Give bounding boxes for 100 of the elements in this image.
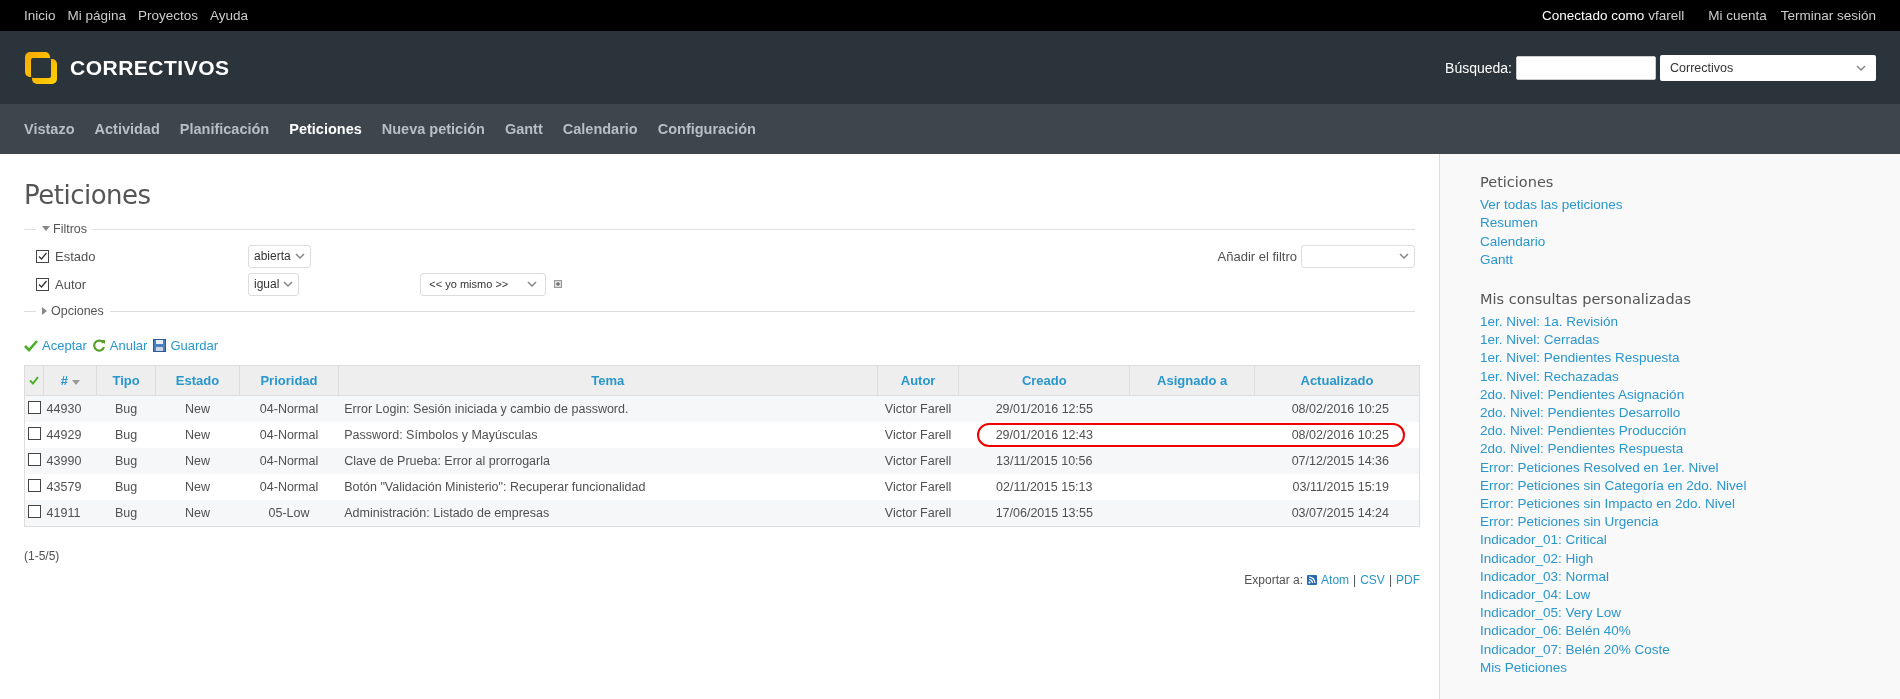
main-menu-tab[interactable]: Configuración [657,121,756,138]
sidebar-link[interactable]: Resumen [1480,214,1900,233]
account-menu-link[interactable]: Terminar sesión [1780,8,1876,24]
column-header[interactable]: Estado [155,365,240,396]
column-header[interactable]: Autor [877,365,959,396]
checkmark-icon [24,339,38,352]
sidebar-link[interactable]: 1er. Nivel: 1a. Revisión [1480,312,1900,332]
table-cell: 04-Normal [259,402,319,417]
export-link[interactable]: PDF [1396,573,1420,588]
table-cell: 29/01/2016 12:43 [995,428,1093,443]
top-menu-link[interactable]: Proyectos [138,8,199,24]
column-header[interactable]: Tema [338,365,878,396]
main-menu-tab[interactable]: Peticiones [289,121,362,138]
column-header[interactable]: Asignado a [1129,365,1255,396]
sidebar-link[interactable]: Indicador_06: Belén 40% [1480,622,1900,641]
main-menu-tab[interactable]: Nueva petición [381,121,485,138]
column-header[interactable]: # [43,365,97,396]
sidebar-link[interactable]: Error: Peticiones sin Urgencia [1480,513,1900,532]
sidebar-link[interactable]: Error: Peticiones Resolved en 1er. Nivel [1480,458,1900,477]
circular-arrow-icon [92,339,106,353]
chevron-down-icon [1399,253,1409,260]
export-link[interactable]: CSV [1360,573,1385,588]
filter-checkbox[interactable] [36,249,49,263]
sidebar-link[interactable]: 2do. Nivel: Pendientes Desarrollo [1480,403,1900,423]
main-menu-tab[interactable]: Calendario [562,121,638,138]
sidebar-link[interactable]: 2do. Nivel: Pendientes Asignación [1480,385,1900,404]
sidebar-link[interactable]: Mis Peticiones [1480,658,1900,677]
table-cell: Bug [114,506,138,521]
table-cell: Error Login: Sesión iniciada y cambio de password. [344,402,629,417]
user-link[interactable]: vfarell [1648,8,1685,24]
column-header[interactable]: Prioridad [239,365,339,396]
row-checkbox[interactable] [27,453,41,467]
table-cell: 04-Normal [259,480,319,495]
top-menu-link[interactable]: Inicio [24,8,56,24]
sidebar-link[interactable]: Indicador_05: Very Low [1480,604,1900,623]
column-header[interactable]: Creado [958,365,1130,396]
filter-checkbox[interactable] [36,277,49,291]
sidebar-link[interactable]: Ver todas las peticiones [1480,196,1900,215]
options-toggle[interactable]: Opciones [42,304,104,319]
sidebar-link[interactable]: Indicador_07: Belén 20% Coste [1480,640,1900,659]
sidebar-heading: Mis consultas personalizadas [1480,290,1693,307]
table-cell: 17/06/2015 13:55 [995,506,1093,521]
search-field[interactable] [1516,55,1656,80]
sidebar-link[interactable]: Error: Peticiones sin Impacto en 2do. Nivel [1480,494,1900,514]
top-menu-link[interactable]: Mi página [67,8,127,24]
project-select[interactable]: Correctivos [1660,54,1876,81]
separator-text: | [1353,573,1357,588]
triangle-right-icon[interactable] [42,307,48,316]
main-menu-tab[interactable]: Actividad [94,121,160,138]
row-checkbox[interactable] [27,427,41,441]
table-cell: 29/01/2016 12:55 [995,402,1093,417]
action-link[interactable]: Guardar [170,338,219,354]
table-cell: New [184,402,210,417]
filters-toggle[interactable]: Filtros [42,222,88,237]
sidebar-link[interactable]: 1er. Nivel: Pendientes Respuesta [1480,349,1900,368]
table-cell: 44930 [46,402,82,417]
sidebar-link[interactable]: 2do. Nivel: Pendientes Respuesta [1480,440,1900,459]
column-header[interactable]: Tipo [96,365,156,396]
sidebar-link[interactable]: 1er. Nivel: Cerradas [1480,331,1900,350]
action-link[interactable]: Aceptar [42,338,87,354]
row-checkbox[interactable] [27,505,41,519]
table-cell: Victor Farell [884,454,952,469]
action-link[interactable]: Anular [109,338,148,354]
account-menu-link[interactable]: Mi cuenta [1708,8,1767,24]
top-menu-link[interactable]: Ayuda [210,8,249,24]
table-cell: Botón "Validación Ministerio": Recuperar funcionalidad [344,480,646,495]
sidebar-link[interactable]: Indicador_03: Normal [1480,567,1900,586]
table-cell: 03/07/2015 14:24 [1291,506,1389,521]
table-cell: 04-Normal [259,454,319,469]
table-cell: 03/11/2015 15:19 [1292,480,1389,495]
sidebar-link[interactable]: Gantt [1480,250,1900,269]
sidebar-link[interactable]: Error: Peticiones sin Categoría en 2do. Nivel [1480,476,1900,495]
checkmark-icon [29,376,40,386]
export-link[interactable]: Atom [1321,573,1350,588]
table-cell: New [184,506,210,521]
page-title: Peticiones [24,180,152,211]
table-cell: 05-Low [268,506,310,521]
sidebar-link[interactable]: 1er. Nivel: Rechazadas [1480,367,1900,386]
table-cell: New [184,454,210,469]
operator-select[interactable]: igual [248,272,300,296]
plus-square-icon[interactable] [554,280,563,289]
sidebar-link[interactable]: Indicador_02: High [1480,549,1900,568]
sidebar-link[interactable]: Indicador_01: Critical [1480,531,1900,550]
value-select[interactable]: << yo mismo >> [420,272,547,296]
sidebar-link[interactable]: Calendario [1480,232,1900,251]
sidebar-link[interactable]: 2do. Nivel: Pendientes Producción [1480,422,1900,441]
row-checkbox[interactable] [27,401,41,415]
triangle-down-icon[interactable] [42,226,50,233]
table-cell: 08/02/2016 10:25 [1291,428,1389,443]
search-label: Búsqueda: [1445,59,1512,76]
main-menu-tab[interactable]: Planificación [179,121,270,138]
row-checkbox[interactable] [27,479,41,493]
sidebar-link[interactable]: Indicador_04: Low [1480,586,1900,605]
table-cell: Administración: Listado de empresas [344,506,550,521]
operator-select[interactable]: abierta [248,244,311,268]
main-menu-tab[interactable]: Vistazo [24,121,75,138]
table-cell: 08/02/2016 10:25 [1291,402,1389,417]
main-menu-tab[interactable]: Gantt [504,121,543,138]
table-cell: 43990 [46,454,82,469]
column-header[interactable]: Actualizado [1254,365,1420,396]
